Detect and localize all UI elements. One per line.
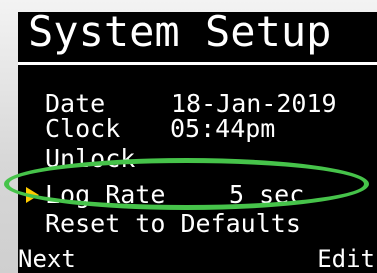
triangle-right-icon — [26, 187, 39, 203]
menu-item-label: Unlock — [45, 144, 136, 173]
lcd-screen: System Setup Date 18-Jan-2019 Clock 05:4… — [18, 12, 377, 273]
menu-item-label: Reset to Defaults — [45, 209, 301, 238]
edit-softkey-button[interactable]: Edit — [317, 246, 375, 273]
title-divider — [18, 62, 377, 65]
menu-item-log-rate[interactable]: Log Rate 5 sec — [18, 181, 377, 209]
softkey-bar: Next Edit — [18, 246, 377, 273]
menu-item-label: Log Rate — [45, 180, 166, 209]
menu-item-value: 5 sec — [229, 180, 305, 209]
next-softkey-button[interactable]: Next — [18, 246, 76, 273]
page-title: System Setup — [28, 12, 332, 56]
menu-item-unlock[interactable]: Unlock — [18, 145, 377, 173]
menu-item-reset-to-defaults[interactable]: Reset to Defaults — [18, 210, 377, 238]
menu-item-value: 05:44pm — [170, 114, 276, 143]
menu-item-label: Clock — [45, 114, 121, 143]
menu-item-clock[interactable]: Clock 05:44pm — [18, 115, 377, 143]
